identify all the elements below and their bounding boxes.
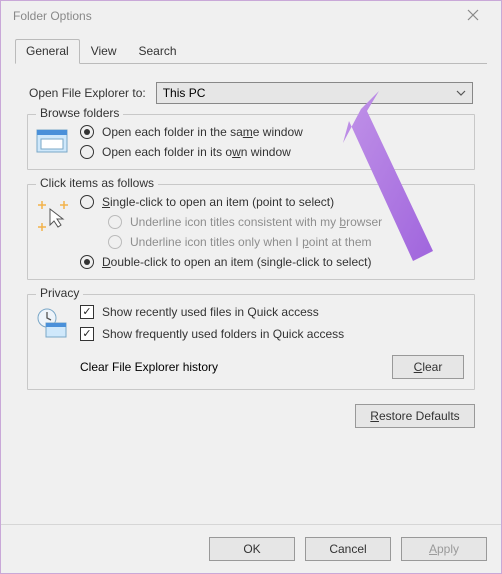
ok-button[interactable]: OK bbox=[209, 537, 295, 561]
apply-button[interactable]: Apply bbox=[401, 537, 487, 561]
radio-icon bbox=[80, 195, 94, 209]
restore-defaults-button[interactable]: Restore Defaults bbox=[355, 404, 475, 428]
clear-history-label: Clear File Explorer history bbox=[80, 360, 218, 374]
titlebar: Folder Options bbox=[1, 1, 501, 31]
click-items-legend: Click items as follows bbox=[36, 176, 158, 190]
open-explorer-value: This PC bbox=[163, 86, 206, 100]
radio-own-window-label: Open each folder in its own window bbox=[102, 145, 291, 159]
radio-same-window[interactable]: Open each folder in the same window bbox=[80, 125, 303, 139]
click-cursor-icon bbox=[36, 197, 70, 227]
cancel-button[interactable]: Cancel bbox=[305, 537, 391, 561]
radio-own-window[interactable]: Open each folder in its own window bbox=[80, 145, 303, 159]
check-frequent-folders[interactable]: Show frequently used folders in Quick ac… bbox=[80, 327, 464, 341]
open-explorer-select[interactable]: This PC bbox=[156, 82, 473, 104]
check-recent-files[interactable]: Show recently used files in Quick access bbox=[80, 305, 464, 319]
radio-icon bbox=[80, 145, 94, 159]
folder-options-dialog: Folder Options General View Search Open … bbox=[0, 0, 502, 574]
checkbox-icon bbox=[80, 305, 94, 319]
dialog-footer: OK Cancel Apply bbox=[1, 524, 501, 573]
radio-icon bbox=[80, 255, 94, 269]
browse-folders-group: Browse folders Open each folder in the s… bbox=[27, 114, 475, 170]
clear-button[interactable]: Clear bbox=[392, 355, 464, 379]
click-items-group: Click items as follows Single-click to o… bbox=[27, 184, 475, 280]
radio-underline-point: Underline icon titles only when I point … bbox=[108, 235, 382, 249]
radio-icon bbox=[80, 125, 94, 139]
privacy-group: Privacy Show recently used files in Quic… bbox=[27, 294, 475, 390]
close-icon[interactable] bbox=[453, 9, 493, 24]
general-pane: Open File Explorer to: This PC Browse fo… bbox=[1, 64, 501, 436]
history-clock-icon bbox=[36, 307, 70, 337]
window-title: Folder Options bbox=[9, 9, 92, 23]
checkbox-icon bbox=[80, 327, 94, 341]
privacy-legend: Privacy bbox=[36, 286, 83, 300]
radio-single-click[interactable]: Single-click to open an item (point to s… bbox=[80, 195, 382, 209]
radio-underline-point-label: Underline icon titles only when I point … bbox=[130, 235, 371, 249]
browse-folders-legend: Browse folders bbox=[36, 106, 123, 120]
tab-row: General View Search bbox=[15, 39, 487, 64]
chevron-down-icon bbox=[456, 90, 466, 96]
radio-double-click[interactable]: Double-click to open an item (single-cli… bbox=[80, 255, 382, 269]
tab-search[interactable]: Search bbox=[128, 39, 188, 63]
radio-underline-browser-label: Underline icon titles consistent with my… bbox=[130, 215, 382, 229]
check-recent-files-label: Show recently used files in Quick access bbox=[102, 305, 319, 319]
tab-general[interactable]: General bbox=[15, 39, 80, 64]
radio-icon bbox=[108, 235, 122, 249]
tab-view[interactable]: View bbox=[80, 39, 128, 63]
check-frequent-folders-label: Show frequently used folders in Quick ac… bbox=[102, 327, 344, 341]
open-explorer-label: Open File Explorer to: bbox=[29, 86, 146, 100]
folder-window-icon bbox=[36, 127, 70, 157]
radio-icon bbox=[108, 215, 122, 229]
radio-single-click-label: Single-click to open an item (point to s… bbox=[102, 195, 334, 209]
open-explorer-row: Open File Explorer to: This PC bbox=[29, 82, 473, 104]
radio-underline-browser: Underline icon titles consistent with my… bbox=[108, 215, 382, 229]
radio-same-window-label: Open each folder in the same window bbox=[102, 125, 303, 139]
radio-double-click-label: Double-click to open an item (single-cli… bbox=[102, 255, 371, 269]
